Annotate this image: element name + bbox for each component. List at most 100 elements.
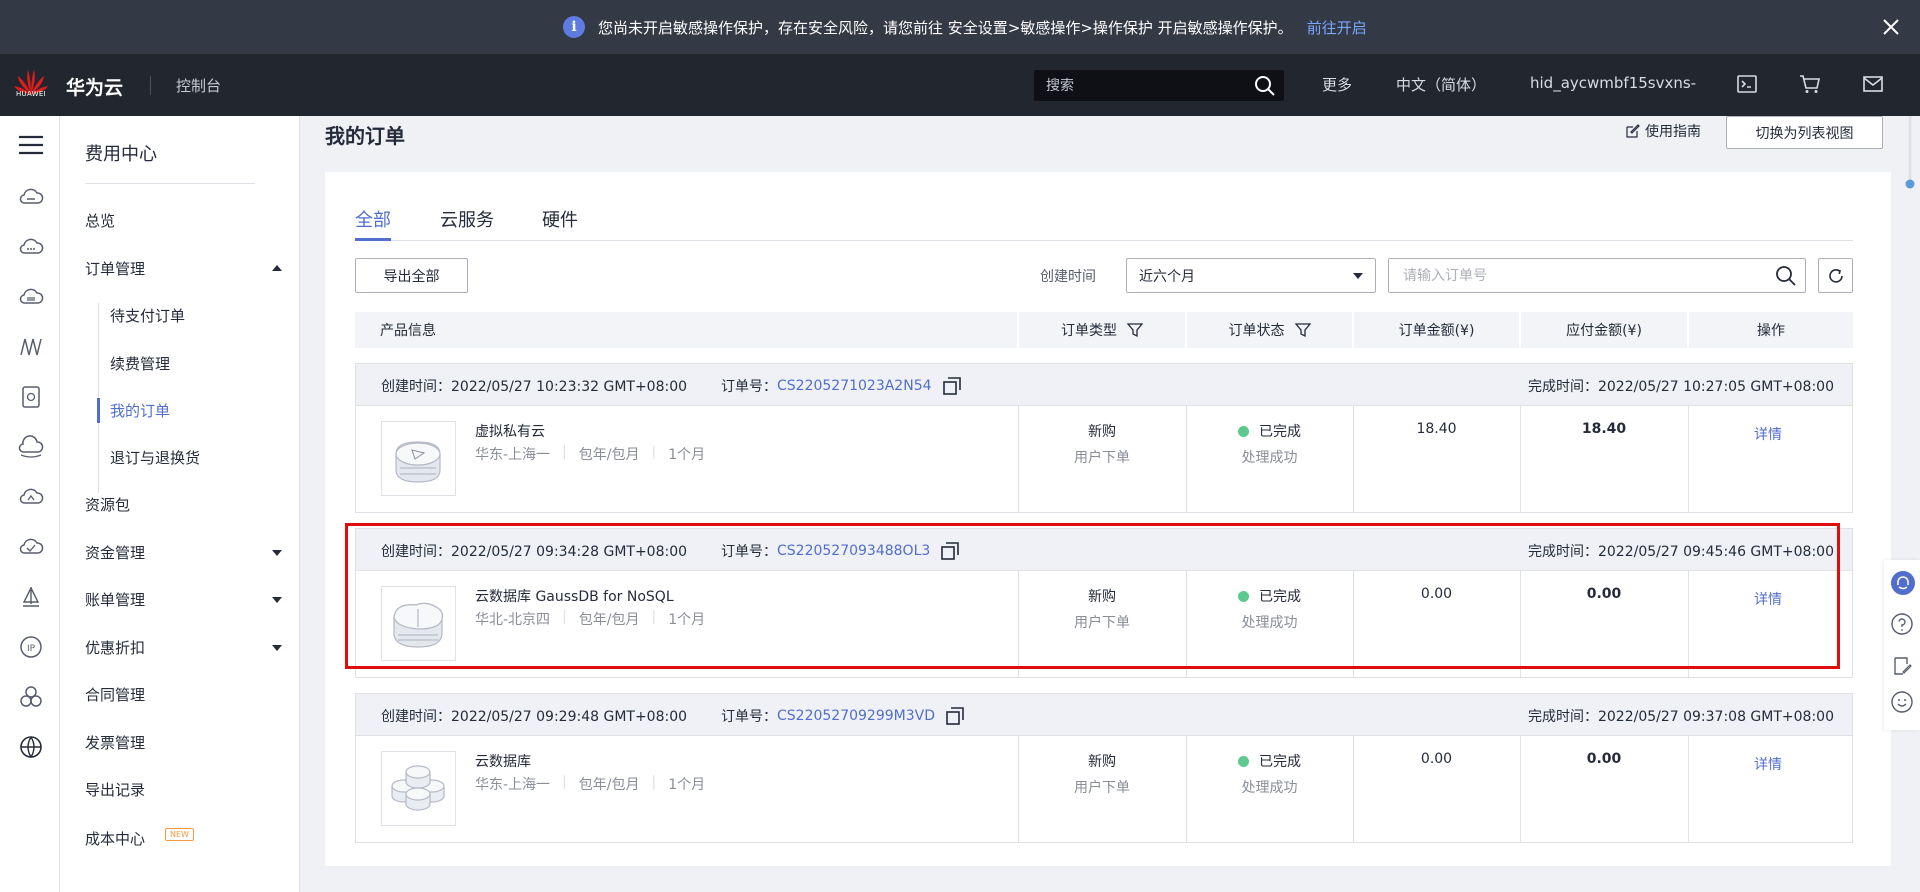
security-warning-banner: i 您尚未开启敏感操作保护，存在安全风险，请您前往 安全设置>敏感操作>操作保护… [0,0,1920,54]
sidebar-item-contracts[interactable]: 合同管理 [85,684,145,705]
order-created-time: 创建时间：2022/05/27 09:29:48 GMT+08:00 [381,709,688,725]
cloud-server-icon[interactable] [18,184,44,210]
help-icon[interactable] [1890,612,1914,636]
tab-all[interactable]: 全部 [355,206,391,232]
banner-message: 您尚未开启敏感操作保护，存在安全风险，请您前往 安全设置>敏感操作>操作保护 开… [598,18,1293,37]
period-select-value: 近六个月 [1139,268,1195,285]
chevron-down-icon[interactable] [272,597,282,603]
sidebar-item-bills[interactable]: 账单管理 [85,589,145,610]
copy-icon[interactable] [945,706,965,726]
sidebar-item-cost-center[interactable]: 成本中心 [85,828,145,849]
sidebar-item-export-records[interactable]: 导出记录 [85,779,145,800]
cloud-service-icon[interactable] [18,234,44,260]
cart-icon[interactable] [1798,73,1822,95]
sidebar-item-discounts[interactable]: 优惠折扣 [85,637,145,658]
period-select[interactable]: 近六个月 [1126,258,1376,293]
huawei-logo-icon[interactable] [12,64,50,106]
sidebar-item-order-management[interactable]: 订单管理 [85,258,145,279]
cloud-database-product-icon [381,751,456,826]
user-guide-link[interactable]: 使用指南 [1626,121,1701,141]
order-tabs: 全部 云服务 硬件 [355,196,1853,241]
sidebar-item-refunds[interactable]: 退订与退换货 [110,447,200,468]
sidebar-item-pending-payment[interactable]: 待支付订单 [110,305,185,326]
tab-cloud-services[interactable]: 云服务 [440,206,494,232]
user-guide-label: 使用指南 [1645,124,1701,140]
menu-icon[interactable] [18,132,44,158]
edit-icon [1626,124,1640,138]
order-number-link[interactable]: CS2205271023A2N54 [777,378,932,394]
sidebar: 费用中心 总览 订单管理 待支付订单 续费管理 我的订单 退订与退换货 资源包 … [60,116,300,892]
order-completed-time: 完成时间：2022/05/27 10:27:05 GMT+08:00 [1527,379,1834,395]
banner-enable-link[interactable]: 前往开启 [1307,17,1367,38]
network-icon[interactable] [18,334,44,360]
language-switch[interactable]: 中文（简体） [1396,74,1486,95]
header-order-status[interactable]: 订单状态 [1185,312,1352,348]
cluster-icon[interactable] [18,684,44,710]
close-icon[interactable] [1878,14,1904,40]
page-title: 我的订单 [325,124,405,148]
mail-icon[interactable] [1862,73,1884,95]
product-meta: 华东-上海一 | 包年/包月 | 1个月 [475,444,706,463]
header-divider [150,76,151,95]
order-row-header: 创建时间：2022/05/27 10:23:32 GMT+08:00 订单号： … [356,364,1852,406]
order-number-link[interactable]: CS22052709299M3VD [777,708,935,724]
sidebar-item-invoices[interactable]: 发票管理 [85,732,145,753]
product-name: 虚拟私有云 [475,424,545,440]
payable-amount-cell: 18.40 [1581,421,1627,437]
status-success-dot [1238,425,1249,437]
cloud-stack-icon[interactable] [18,434,44,460]
sidebar-item-resource-packages[interactable]: 资源包 [85,494,130,515]
chevron-down-icon[interactable] [272,550,282,556]
order-number: 订单号： CS2205271023A2N54 [721,376,962,396]
console-link[interactable]: 控制台 [176,75,221,96]
service-rail: IP [0,116,60,892]
banner-content: i 您尚未开启敏感操作保护，存在安全风险，请您前往 安全设置>敏感操作>操作保护… [563,0,1367,54]
sidebar-item-overview[interactable]: 总览 [85,210,115,231]
order-completed-time: 完成时间：2022/05/27 09:37:08 GMT+08:00 [1527,709,1834,725]
created-time-label: 创建时间 [1040,269,1096,285]
switch-list-view-button[interactable]: 切换为列表视图 [1726,116,1883,149]
header-order-type[interactable]: 订单类型 [1017,312,1185,348]
globe-icon[interactable] [18,734,44,760]
storage-icon[interactable] [18,384,44,410]
order-search [1388,258,1806,293]
feedback-icon[interactable] [1890,654,1914,678]
copy-icon[interactable] [942,376,962,396]
cloud-check-icon[interactable] [18,534,44,560]
orders-card: 全部 云服务 硬件 导出全部 创建时间 近六个月 产品信息 订单类型 订单状态 … [325,172,1891,866]
brand-name[interactable]: 华为云 [66,73,123,100]
sidebar-item-funds[interactable]: 资金管理 [85,542,145,563]
ip-icon[interactable]: IP [18,634,44,660]
order-detail-link[interactable]: 详情 [1754,424,1782,444]
sidebar-item-my-orders[interactable]: 我的订单 [110,400,170,421]
smile-icon[interactable] [1890,690,1914,714]
table-header: 产品信息 订单类型 订单状态 订单金额(¥) 应付金额(¥) 操作 [355,312,1853,348]
header-order-amount: 订单金额(¥) [1352,312,1519,348]
order-number-input[interactable] [1389,259,1759,292]
username-menu[interactable]: hid_aycwmbf15svxns- [1530,74,1696,92]
sidebar-item-renewal[interactable]: 续费管理 [110,353,170,374]
refresh-button[interactable] [1818,258,1853,293]
order-amount-cell: 0.00 [1420,751,1453,767]
order-detail-link[interactable]: 详情 [1754,754,1782,774]
chevron-down-icon[interactable] [272,645,282,651]
sidebar-title: 费用中心 [85,144,157,165]
global-search-input[interactable] [1034,70,1249,101]
svg-text:IP: IP [27,644,36,654]
search-icon[interactable] [1254,75,1276,97]
chevron-up-icon[interactable] [272,265,282,271]
scrollbar[interactable] [1905,116,1915,196]
tab-hardware[interactable]: 硬件 [542,206,578,232]
chevron-down-icon [1353,273,1363,279]
payable-amount-cell: 0.00 [1586,751,1622,767]
sailboat-icon[interactable] [18,584,44,610]
more-menu[interactable]: 更多 [1322,74,1352,95]
terminal-icon[interactable] [1736,73,1758,95]
search-icon[interactable] [1775,265,1797,287]
export-all-button[interactable]: 导出全部 [355,258,468,293]
cloud-home-icon[interactable] [18,484,44,510]
database-icon[interactable] [18,284,44,310]
customer-service-icon[interactable] [1890,570,1916,596]
refresh-icon [1828,268,1843,283]
order-created-time: 创建时间：2022/05/27 10:23:32 GMT+08:00 [381,379,688,395]
